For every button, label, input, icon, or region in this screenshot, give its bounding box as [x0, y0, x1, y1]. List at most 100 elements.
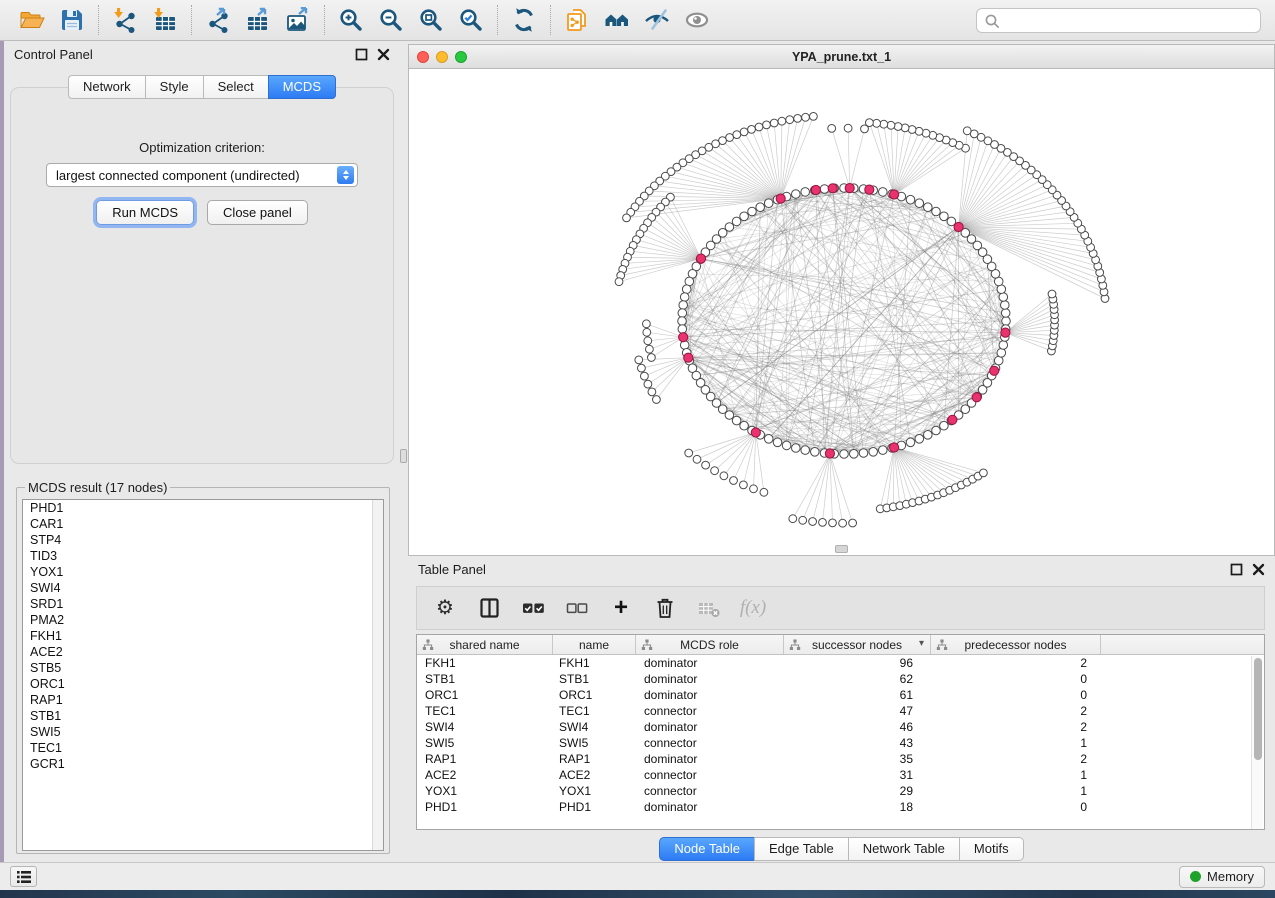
node[interactable] [770, 119, 778, 127]
node[interactable] [685, 277, 694, 286]
table-row-ORC1[interactable]: ORC1ORC1dominator610 [417, 687, 1264, 703]
node[interactable] [748, 126, 756, 134]
close-panel-icon[interactable] [1252, 563, 1265, 576]
mcds-node[interactable] [865, 185, 874, 194]
mcds-node[interactable] [972, 393, 981, 402]
node[interactable] [702, 461, 710, 469]
node[interactable] [994, 356, 1003, 365]
tab-select[interactable]: Select [203, 75, 268, 99]
run-mcds-button[interactable]: Run MCDS [96, 200, 194, 225]
node[interactable] [792, 190, 801, 199]
mcds-result-item[interactable]: GCR1 [23, 756, 383, 772]
node[interactable] [643, 328, 651, 336]
node[interactable] [789, 515, 797, 523]
mcds-result-list[interactable]: PHD1CAR1STP4TID3YOX1SWI4SRD1PMA2FKH1ACE2… [22, 499, 384, 851]
first-neighbors-button[interactable] [597, 4, 637, 36]
node[interactable] [963, 127, 971, 135]
node[interactable] [678, 309, 687, 318]
node[interactable] [730, 477, 738, 485]
close-panel-button[interactable]: Close panel [207, 200, 308, 225]
node[interactable] [653, 396, 661, 404]
node[interactable] [678, 325, 687, 334]
node[interactable] [763, 121, 771, 129]
node[interactable] [1001, 309, 1010, 318]
node[interactable] [866, 119, 874, 127]
node[interactable] [828, 125, 836, 133]
zoom-in-button[interactable] [331, 4, 371, 36]
mcds-node[interactable] [954, 222, 963, 231]
node[interactable] [809, 518, 817, 526]
node[interactable] [879, 188, 888, 197]
mcds-result-item[interactable]: RAP1 [23, 692, 383, 708]
node[interactable] [901, 124, 909, 132]
node[interactable] [755, 123, 763, 131]
mcds-result-item[interactable]: STB1 [23, 708, 383, 724]
network-window-titlebar[interactable]: YPA_prune.txt_1 [409, 45, 1274, 69]
tab-style[interactable]: Style [145, 75, 203, 99]
mcds-node[interactable] [828, 184, 837, 193]
node[interactable] [644, 337, 652, 345]
node[interactable] [894, 123, 902, 131]
table-row-RAP1[interactable]: RAP1RAP1dominator352 [417, 751, 1264, 767]
node[interactable] [810, 113, 818, 121]
tab-motifs[interactable]: Motifs [959, 837, 1024, 861]
node[interactable] [997, 349, 1006, 358]
node[interactable] [799, 516, 807, 524]
node[interactable] [873, 119, 881, 127]
tab-network[interactable]: Network [68, 75, 145, 99]
node[interactable] [829, 519, 837, 527]
deselect-all-button[interactable] [565, 596, 589, 620]
node[interactable] [1048, 290, 1056, 298]
node[interactable] [748, 207, 757, 216]
mcds-result-item[interactable]: YOX1 [23, 564, 383, 580]
node[interactable] [623, 214, 631, 222]
node[interactable] [732, 416, 741, 425]
column-header-predecessor-nodes[interactable]: predecessor nodes [931, 635, 1101, 654]
node[interactable] [644, 380, 652, 388]
node[interactable] [773, 438, 782, 447]
node-table[interactable]: shared namenameMCDS rolesuccessor nodes▾… [416, 634, 1265, 830]
close-panel-icon[interactable] [377, 48, 390, 61]
mcds-result-item[interactable]: FKH1 [23, 628, 383, 644]
memory-button[interactable]: Memory [1179, 866, 1265, 888]
node[interactable] [924, 431, 933, 440]
node[interactable] [999, 293, 1008, 302]
node[interactable] [915, 435, 924, 444]
table-row-SWI5[interactable]: SWI5SWI5connector431 [417, 735, 1264, 751]
mcds-node[interactable] [825, 449, 834, 458]
select-all-button[interactable] [521, 596, 545, 620]
node[interactable] [879, 446, 888, 455]
node[interactable] [693, 455, 701, 463]
node[interactable] [906, 438, 915, 447]
node[interactable] [678, 317, 687, 326]
search-input[interactable] [1005, 13, 1253, 28]
node[interactable] [869, 448, 878, 457]
hide-selected-button[interactable] [637, 4, 677, 36]
delete-table-button[interactable] [697, 596, 721, 620]
tab-node-table[interactable]: Node Table [659, 837, 754, 861]
network-canvas[interactable] [409, 69, 1274, 555]
new-network-from-selection-button[interactable] [557, 4, 597, 36]
node[interactable] [880, 120, 888, 128]
node[interactable] [648, 388, 656, 396]
node[interactable] [641, 372, 649, 380]
mcds-result-item[interactable]: STP4 [23, 532, 383, 548]
node[interactable] [646, 345, 654, 353]
node[interactable] [720, 472, 728, 480]
node[interactable] [801, 188, 810, 197]
node[interactable] [792, 444, 801, 453]
node[interactable] [849, 519, 857, 527]
node[interactable] [782, 441, 791, 450]
table-row-TEC1[interactable]: TEC1TEC1connector472 [417, 703, 1264, 719]
table-row-ACE2[interactable]: ACE2ACE2connector311 [417, 767, 1264, 783]
search-box[interactable] [976, 8, 1261, 33]
network-graph[interactable] [409, 69, 1275, 555]
column-view-button[interactable] [477, 596, 501, 620]
mcds-result-item[interactable]: TEC1 [23, 740, 383, 756]
node[interactable] [999, 341, 1008, 350]
export-network-button[interactable] [198, 4, 238, 36]
open-folder-button[interactable] [12, 4, 52, 36]
mcds-node[interactable] [679, 333, 688, 342]
zoom-out-button[interactable] [371, 4, 411, 36]
node[interactable] [844, 124, 852, 132]
